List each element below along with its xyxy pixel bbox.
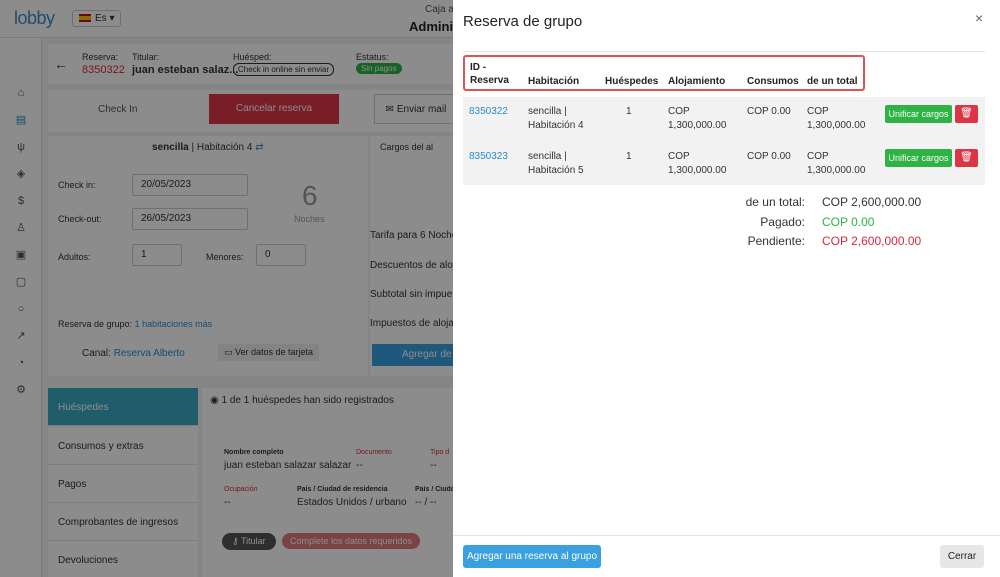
header-habitacion: Habitación (528, 76, 580, 87)
lodging-cell: COP 1,300,000.00 (668, 105, 726, 133)
consumption-value: COP 0.00 (747, 151, 791, 162)
room-cell: sencilla | Habitación 4 (528, 105, 584, 133)
unify-charges-button[interactable]: Unificar cargos (885, 149, 952, 167)
unify-charges-button[interactable]: Unificar cargos (885, 105, 952, 123)
lodging-amount: 1,300,000.00 (668, 165, 727, 176)
total-cell: COP 1,300,000.00 (807, 105, 865, 133)
header-id-line2: Reserva (470, 75, 509, 86)
room-type: sencilla | (528, 151, 567, 162)
add-booking-to-group-button[interactable]: Agregar una reserva al grupo (463, 545, 601, 568)
header-consumos: Consumos (747, 76, 799, 87)
pending-label: Pendiente: (747, 234, 805, 248)
guests-count: 1 (626, 106, 632, 117)
guests-count: 1 (626, 151, 632, 162)
paid-label: Pagado: (760, 215, 805, 229)
consumption-value: COP 0.00 (747, 106, 791, 117)
close-icon[interactable]: × (975, 10, 983, 26)
total-cell: COP 1,300,000.00 (807, 150, 865, 178)
delete-button[interactable]: 🗑 (955, 105, 978, 123)
header-id-line1: ID - (470, 62, 487, 73)
table-row: 8350322 sencilla | Habitación 4 1 COP 1,30… (463, 97, 985, 141)
total-label: de un total: (745, 195, 805, 209)
total-currency: COP (807, 106, 829, 117)
total-amount: 1,300,000.00 (807, 165, 866, 176)
trash-icon: 🗑 (960, 152, 973, 163)
pending-value: COP 2,600,000.00 (822, 234, 922, 248)
header-total: de un total (807, 76, 858, 87)
lodging-amount: 1,300,000.00 (668, 120, 727, 131)
delete-button[interactable]: 🗑 (955, 149, 978, 167)
room-cell: sencilla | Habitación 5 (528, 150, 584, 178)
header-huespedes: Huéspedes (605, 76, 659, 87)
booking-id-link[interactable]: 8350322 (469, 105, 508, 119)
lodging-currency: COP (668, 106, 690, 117)
footer-divider (453, 535, 1000, 536)
total-value: COP 2,600,000.00 (822, 195, 922, 209)
room-number: Habitación 4 (528, 120, 584, 131)
header-highlight (463, 55, 865, 91)
close-button[interactable]: Cerrar (940, 545, 984, 568)
room-number: Habitación 5 (528, 165, 584, 176)
booking-id-link[interactable]: 8350323 (469, 150, 508, 164)
header-id: ID - Reserva (470, 61, 509, 87)
group-booking-modal: Reserva de grupo × ID - Reserva Habitació… (453, 0, 1000, 577)
total-currency: COP (807, 151, 829, 162)
paid-value: COP 0.00 (822, 215, 875, 229)
divider (463, 51, 985, 52)
table-row: 8350323 sencilla | Habitación 5 1 COP 1,30… (463, 141, 985, 185)
trash-icon: 🗑 (960, 108, 973, 119)
room-type: sencilla | (528, 106, 567, 117)
total-amount: 1,300,000.00 (807, 120, 866, 131)
header-alojamiento: Alojamiento (668, 76, 726, 87)
modal-title: Reserva de grupo (463, 13, 583, 30)
lodging-currency: COP (668, 151, 690, 162)
lodging-cell: COP 1,300,000.00 (668, 150, 726, 178)
